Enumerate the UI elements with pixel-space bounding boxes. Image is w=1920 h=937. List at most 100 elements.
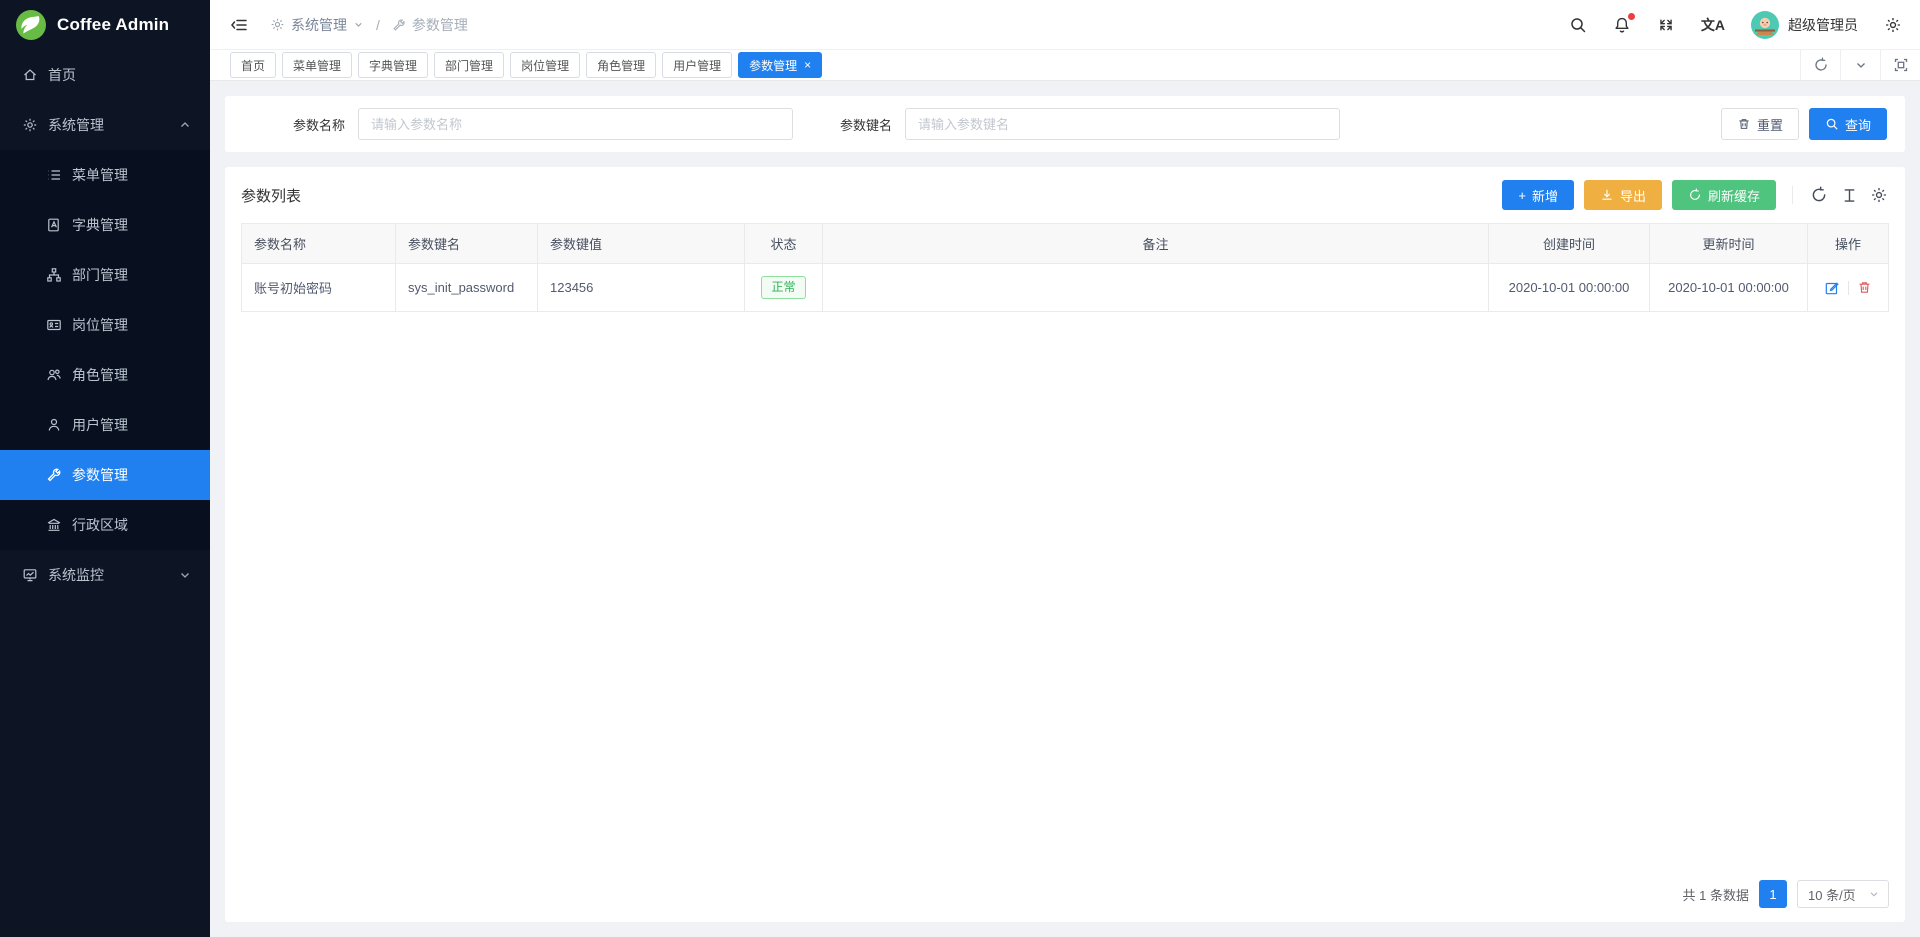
chevron-down-icon	[1854, 58, 1868, 72]
param-name-label: 参数名称	[293, 115, 345, 134]
sidebar-item-label: 用户管理	[72, 415, 192, 435]
breadcrumb-parent[interactable]: 系统管理	[291, 15, 347, 35]
sidebar-item-monitor[interactable]: 系统监控	[0, 550, 210, 600]
density-button[interactable]	[1839, 185, 1859, 205]
bank-icon	[46, 517, 62, 533]
sidebar-item-user-mgmt[interactable]: 用户管理	[0, 400, 210, 450]
param-key-label: 参数键名	[840, 115, 892, 134]
sidebar-item-label: 系统监控	[48, 565, 178, 585]
language-switch-button[interactable]: 文A	[1701, 15, 1725, 35]
col-header-remark: 备注	[823, 224, 1489, 264]
status-badge: 正常	[761, 276, 805, 298]
sidebar-item-home[interactable]: 首页	[0, 50, 210, 100]
fullscreen-button[interactable]	[1657, 16, 1675, 34]
page-size-value: 10 条/页	[1808, 885, 1856, 904]
sidebar-item-label: 系统管理	[48, 115, 178, 135]
pagination: 共 1 条数据 1 10 条/页	[225, 868, 1905, 922]
collapse-sidebar-button[interactable]	[230, 16, 248, 34]
dictionary-icon	[46, 217, 62, 233]
export-button[interactable]: 导出	[1584, 180, 1662, 210]
add-button-label: 新增	[1532, 186, 1558, 205]
refresh-page-button[interactable]	[1800, 50, 1840, 80]
add-button[interactable]: + 新增	[1502, 180, 1574, 210]
edit-row-button[interactable]	[1824, 280, 1840, 296]
logo-area[interactable]: Coffee Admin	[0, 0, 210, 50]
sidebar-item-role-mgmt[interactable]: 角色管理	[0, 350, 210, 400]
col-header-created: 创建时间	[1489, 224, 1650, 264]
breadcrumb: 系统管理 / 参数管理	[270, 15, 468, 35]
tab-label: 部门管理	[445, 57, 493, 74]
reload-table-button[interactable]	[1809, 185, 1829, 205]
cell-created-time: 2020-10-01 00:00:00	[1489, 264, 1650, 312]
column-settings-button[interactable]	[1869, 185, 1889, 205]
page-content: 参数名称 参数键名 重置 查询	[210, 81, 1920, 937]
col-header-value: 参数键值	[538, 224, 745, 264]
download-icon	[1600, 188, 1614, 202]
user-menu[interactable]: 超级管理员	[1751, 11, 1858, 39]
tab-label: 字典管理	[369, 57, 417, 74]
param-name-input[interactable]	[358, 108, 793, 140]
monitor-icon	[22, 567, 38, 583]
export-button-label: 导出	[1620, 186, 1646, 205]
reset-button[interactable]: 重置	[1721, 108, 1799, 140]
app-shell: Coffee Admin 首页 系统管理 菜单管理 字典管理 部门管理	[0, 0, 1920, 937]
sidebar-item-label: 参数管理	[72, 465, 192, 485]
sidebar-item-region[interactable]: 行政区域	[0, 500, 210, 550]
chevron-down-icon	[1868, 888, 1880, 900]
user-icon	[46, 417, 62, 433]
search-icon	[1569, 16, 1587, 34]
param-key-input[interactable]	[905, 108, 1340, 140]
sidebar-item-label: 菜单管理	[72, 165, 192, 185]
trash-icon	[1857, 280, 1872, 295]
global-search-button[interactable]	[1569, 16, 1587, 34]
avatar	[1751, 11, 1779, 39]
refresh-icon	[1688, 188, 1702, 202]
sidebar-item-label: 字典管理	[72, 215, 192, 235]
settings-button[interactable]	[1884, 16, 1902, 34]
fullscreen-icon	[1657, 16, 1675, 34]
badge-icon	[46, 317, 62, 333]
reset-button-label: 重置	[1757, 115, 1783, 134]
page-size-select[interactable]: 10 条/页	[1797, 880, 1889, 908]
sidebar-item-dept-mgmt[interactable]: 部门管理	[0, 250, 210, 300]
sidebar-item-dict-mgmt[interactable]: 字典管理	[0, 200, 210, 250]
tab-label: 参数管理	[749, 57, 797, 74]
table-header-row: 参数名称 参数键名 参数键值 状态 备注 创建时间 更新时间 操作	[242, 224, 1889, 264]
tab-param-mgmt[interactable]: 参数管理 ×	[738, 52, 822, 78]
sidebar-item-label: 岗位管理	[72, 315, 192, 335]
total-count-text: 共 1 条数据	[1683, 885, 1749, 904]
wrench-icon	[392, 18, 406, 32]
delete-row-button[interactable]	[1857, 280, 1872, 295]
notifications-button[interactable]	[1613, 16, 1631, 34]
edit-icon	[1824, 280, 1840, 296]
param-list-panel: 参数列表 + 新增 导出 刷新缓存	[225, 167, 1905, 922]
tab-home[interactable]: 首页	[230, 52, 276, 78]
close-icon[interactable]: ×	[804, 59, 811, 71]
user-name: 超级管理员	[1788, 15, 1858, 35]
menu-fold-icon	[230, 16, 248, 34]
content-fullscreen-button[interactable]	[1880, 50, 1920, 80]
tab-role-mgmt[interactable]: 角色管理	[586, 52, 656, 78]
app-logo-icon	[15, 9, 47, 41]
sidebar-item-post-mgmt[interactable]: 岗位管理	[0, 300, 210, 350]
home-icon	[22, 67, 38, 83]
tab-dict-mgmt[interactable]: 字典管理	[358, 52, 428, 78]
col-header-updated: 更新时间	[1650, 224, 1808, 264]
tab-options-button[interactable]	[1840, 50, 1880, 80]
sidebar-item-label: 首页	[48, 65, 192, 85]
search-button[interactable]: 查询	[1809, 108, 1887, 140]
col-header-status: 状态	[745, 224, 823, 264]
cell-param-name: 账号初始密码	[242, 264, 396, 312]
sidebar-item-system[interactable]: 系统管理	[0, 100, 210, 150]
tab-dept-mgmt[interactable]: 部门管理	[434, 52, 504, 78]
refresh-cache-button-label: 刷新缓存	[1708, 186, 1760, 205]
tab-menu-mgmt[interactable]: 菜单管理	[282, 52, 352, 78]
page-button-1[interactable]: 1	[1759, 880, 1787, 908]
sidebar-item-menu-mgmt[interactable]: 菜单管理	[0, 150, 210, 200]
tab-post-mgmt[interactable]: 岗位管理	[510, 52, 580, 78]
tab-user-mgmt[interactable]: 用户管理	[662, 52, 732, 78]
maximize-icon	[1893, 57, 1909, 73]
sidebar-item-param-mgmt[interactable]: 参数管理	[0, 450, 210, 500]
param-table: 参数名称 参数键名 参数键值 状态 备注 创建时间 更新时间 操作	[225, 223, 1905, 312]
refresh-cache-button[interactable]: 刷新缓存	[1672, 180, 1776, 210]
